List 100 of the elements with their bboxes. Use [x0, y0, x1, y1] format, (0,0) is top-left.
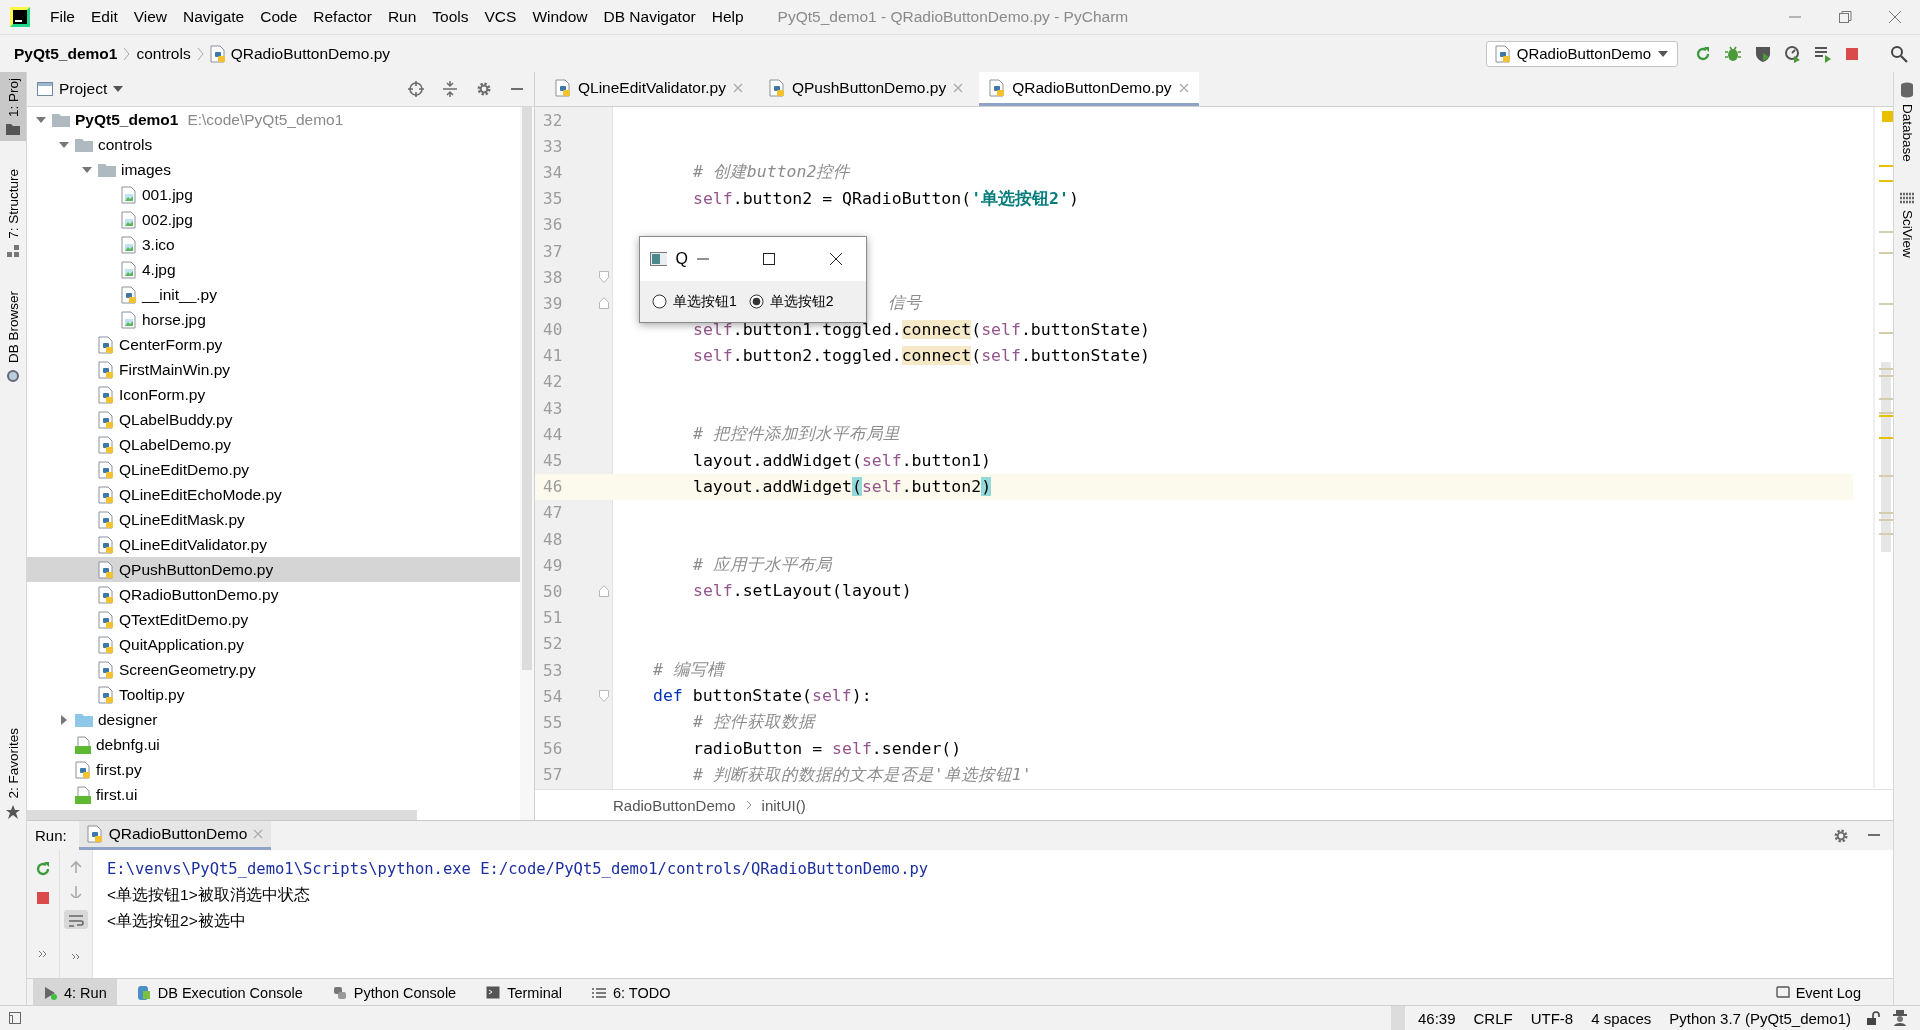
restore-icon[interactable]: [1838, 10, 1852, 24]
breadcrumb-item[interactable]: QRadioButtonDemo.py: [209, 44, 391, 63]
tree-item[interactable]: QRadioButtonDemo.py: [27, 582, 520, 607]
tool-window-button[interactable]: SciView: [1899, 191, 1915, 258]
tree-item[interactable]: QLineEditDemo.py: [27, 457, 520, 482]
radio-option[interactable]: 单选按钮2: [748, 292, 834, 311]
status-item[interactable]: UTF-8: [1521, 1009, 1583, 1027]
menu-item[interactable]: Edit: [83, 8, 126, 26]
tree-item[interactable]: 002.jpg: [27, 207, 520, 232]
tree-item[interactable]: QLabelBuddy.py: [27, 407, 520, 432]
tree-item[interactable]: first.py: [27, 757, 520, 782]
maximize-icon[interactable]: [762, 252, 776, 266]
tree-item[interactable]: FirstMainWin.py: [27, 357, 520, 382]
arrow-down-icon[interactable]: [69, 885, 83, 899]
menu-item[interactable]: View: [125, 8, 176, 26]
gauge-icon[interactable]: [1784, 44, 1802, 63]
status-item[interactable]: Python 3.7 (PyQt5_demo1): [1660, 1009, 1860, 1027]
tree-item[interactable]: 001.jpg: [27, 182, 520, 207]
tree-item[interactable]: Tooltip.py: [27, 682, 520, 707]
scrollbar-thumb[interactable]: [522, 107, 532, 670]
shield-icon[interactable]: [1754, 44, 1772, 63]
editor-tab[interactable]: QPushButtonDemo.py: [758, 72, 974, 106]
menu-item[interactable]: Navigate: [175, 8, 253, 26]
project-view-dropdown[interactable]: Project: [37, 80, 124, 98]
menu-item[interactable]: Window: [524, 8, 596, 26]
tree-item[interactable]: PyQt5_demo1 E:\code\PyQt5_demo1: [27, 107, 520, 132]
bug-icon[interactable]: [1724, 44, 1742, 63]
menu-item[interactable]: Help: [703, 8, 752, 26]
tree-item[interactable]: 4.jpg: [27, 257, 520, 282]
editor-tab[interactable]: QLineEditValidator.py: [545, 72, 753, 106]
stop-icon[interactable]: [1844, 45, 1860, 62]
radio-button-icon[interactable]: [748, 294, 764, 309]
fold-marker-icon[interactable]: [599, 271, 609, 284]
breadcrumb-item[interactable]: RadioButtonDemo: [613, 796, 736, 814]
tool-window-tab[interactable]: 6: TODO: [582, 979, 681, 1006]
unlock-icon[interactable]: [1866, 1010, 1882, 1026]
tree-item[interactable]: controls: [27, 132, 520, 157]
tool-window-button[interactable]: DB Browser: [0, 284, 26, 389]
tool-window-button[interactable]: 1: Proj: [0, 72, 26, 142]
fold-marker-icon[interactable]: [599, 585, 609, 598]
menu-item[interactable]: Code: [252, 8, 306, 26]
stop-icon[interactable]: [35, 890, 51, 906]
build-list-icon[interactable]: [1814, 44, 1832, 63]
tool-window-button[interactable]: 7: Structure: [0, 163, 26, 263]
arrow-up-icon[interactable]: [69, 860, 83, 874]
crosshair-icon[interactable]: [408, 81, 424, 97]
breadcrumb-item[interactable]: initUI(): [761, 796, 806, 814]
tree-item[interactable]: QTextEditDemo.py: [27, 607, 520, 632]
settings-icon[interactable]: [476, 81, 492, 97]
tree-item[interactable]: 3.ico: [27, 232, 520, 257]
scrollbar-thumb[interactable]: [27, 810, 417, 820]
menu-item[interactable]: Run: [379, 8, 425, 26]
tree-item[interactable]: QPushButtonDemo.py: [27, 557, 520, 582]
tree-item[interactable]: QLineEditEchoMode.py: [27, 482, 520, 507]
tree-item[interactable]: images: [27, 157, 520, 182]
status-item[interactable]: 4 spaces: [1582, 1009, 1661, 1027]
tree-item[interactable]: __init__.py: [27, 282, 520, 307]
soft-wrap-icon[interactable]: [64, 910, 88, 929]
tool-window-tab[interactable]: 4: Run: [33, 979, 117, 1006]
menu-item[interactable]: Tools: [424, 8, 477, 26]
tree-item[interactable]: ScreenGeometry.py: [27, 657, 520, 682]
tree-item[interactable]: QLabelDemo.py: [27, 432, 520, 457]
tree-item[interactable]: QuitApplication.py: [27, 632, 520, 657]
settings-icon[interactable]: [1833, 827, 1849, 844]
breadcrumb-item[interactable]: controls: [136, 44, 191, 63]
tree-item[interactable]: horse.jpg: [27, 307, 520, 332]
status-item[interactable]: CRLF: [1464, 1009, 1522, 1027]
menu-item[interactable]: VCS: [476, 8, 525, 26]
status-item[interactable]: 46:39: [1408, 1009, 1465, 1027]
double-chevron-icon[interactable]: [71, 952, 81, 960]
tool-window-tab[interactable]: Python Console: [322, 979, 467, 1006]
person-with-hat-icon[interactable]: [1892, 1010, 1908, 1026]
tree-item[interactable]: first.ui: [27, 782, 520, 807]
panel-toggle-icon[interactable]: [8, 1011, 22, 1025]
menu-item[interactable]: Refactor: [305, 8, 380, 26]
menu-item[interactable]: File: [42, 8, 83, 26]
tool-window-button[interactable]: Database: [1899, 82, 1915, 162]
collapse-all-icon[interactable]: [442, 81, 458, 97]
fold-marker-icon[interactable]: [599, 297, 609, 310]
rerun-icon[interactable]: [34, 860, 52, 878]
tree-item[interactable]: designer: [27, 707, 520, 732]
run-configuration-dropdown[interactable]: QRadioButtonDemo: [1485, 40, 1678, 67]
event-log-button[interactable]: Event Log: [1769, 983, 1867, 1002]
run-tab[interactable]: QRadioButtonDemo: [78, 821, 272, 850]
tool-window-tab[interactable]: Terminal: [476, 979, 572, 1006]
tree-item[interactable]: debnfg.ui: [27, 732, 520, 757]
radio-option[interactable]: 单选按钮1: [652, 292, 737, 311]
close-icon[interactable]: [828, 252, 843, 266]
double-chevron-icon[interactable]: [38, 950, 48, 958]
breadcrumb-item[interactable]: PyQt5_demo1: [14, 44, 118, 63]
tool-window-button[interactable]: 2: Favorites: [0, 722, 26, 825]
radio-button-icon[interactable]: [652, 294, 667, 309]
editor-tab[interactable]: QRadioButtonDemo.py: [979, 72, 1199, 106]
rerun-icon[interactable]: [1694, 44, 1712, 63]
fold-marker-icon[interactable]: [599, 690, 609, 703]
menu-item[interactable]: DB Navigator: [595, 8, 704, 26]
tree-item[interactable]: IconForm.py: [27, 382, 520, 407]
tree-item[interactable]: QLineEditMask.py: [27, 507, 520, 532]
search-icon[interactable]: [1890, 44, 1908, 63]
tree-item[interactable]: CenterForm.py: [27, 332, 520, 357]
